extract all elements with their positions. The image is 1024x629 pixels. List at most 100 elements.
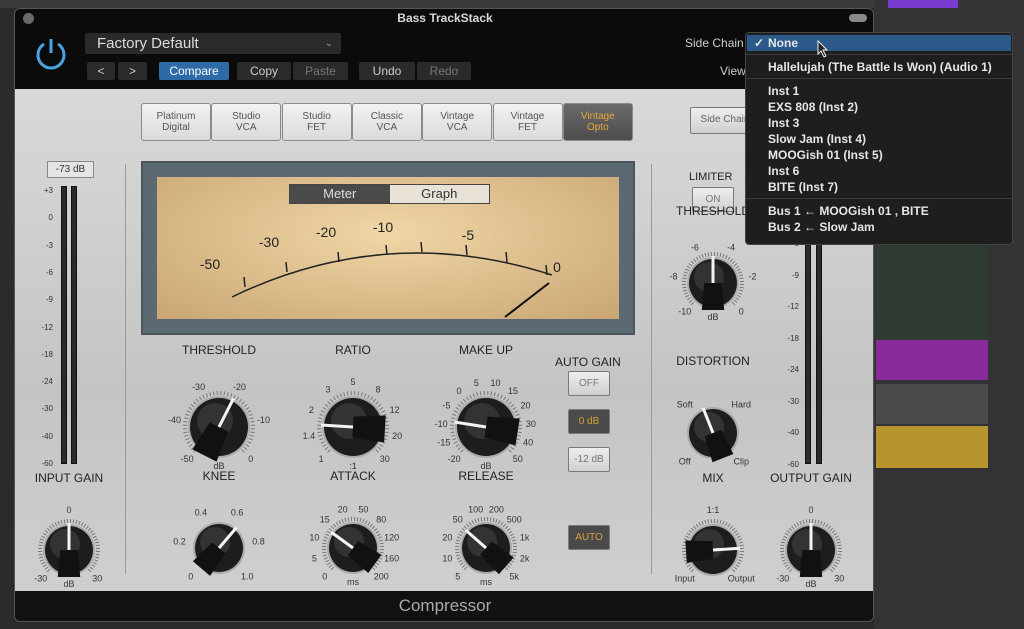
knob-scale-label: 500	[507, 515, 522, 525]
menu-item[interactable]: Inst 3	[768, 115, 799, 131]
knob-tick	[738, 271, 743, 274]
vu-needle	[504, 282, 550, 318]
model-button-classic-vca[interactable]: Classic VCA	[351, 103, 422, 141]
knob-tick	[831, 566, 836, 570]
knob-tick	[91, 564, 96, 568]
knob-tick	[836, 559, 841, 562]
knob-tick	[42, 564, 47, 568]
auto-gain-minus12db-button[interactable]: -12 dB	[568, 447, 610, 472]
track-region-grey[interactable]	[876, 384, 988, 424]
knob-tick	[95, 544, 100, 547]
knob-tick	[322, 444, 327, 448]
knob-scale-label: 0	[66, 505, 71, 515]
track-region-purple[interactable]	[876, 340, 988, 380]
menu-item[interactable]: Bus 2 ← Slow Jam	[768, 219, 875, 235]
knob-tick	[94, 541, 100, 544]
knob-tick	[466, 523, 470, 528]
track-region-top[interactable]	[888, 0, 958, 8]
knob-attack[interactable]: ATTACK 0 5 10 15 20 50 80 120 160 200 ms	[293, 469, 413, 609]
track-region-yellow[interactable]	[876, 426, 988, 468]
model-button-studio-fet[interactable]: Studio FET	[281, 103, 352, 141]
output-meter-left	[805, 231, 811, 464]
knob-scale-label: 5	[474, 378, 479, 388]
knob-knee[interactable]: KNEE 0 0.2 0.4 0.6 0.8 1.0	[159, 469, 279, 609]
model-button-vintage-opto[interactable]: Vintage Opto	[562, 103, 633, 141]
auto-gain-0db-button[interactable]: 0 dB	[568, 409, 610, 434]
input-peak-readout[interactable]: -73 dB	[47, 161, 94, 178]
knob-tick	[739, 553, 744, 556]
tab-meter[interactable]: Meter	[290, 185, 390, 203]
knob-tick	[686, 564, 691, 568]
view-label[interactable]: View	[720, 64, 746, 78]
model-button-platinum-digital[interactable]: Platinum Digital	[141, 103, 211, 141]
menu-item[interactable]: Hallelujah (The Battle Is Won) (Audio 1)	[768, 59, 992, 75]
knob-tick	[688, 263, 693, 267]
knob-tick	[834, 535, 839, 539]
knob-tick	[504, 566, 509, 571]
knob-tick	[378, 539, 384, 542]
knob-tick	[202, 394, 205, 399]
menu-item[interactable]: BITE (Inst 7)	[768, 179, 838, 195]
vu-tick	[285, 261, 288, 273]
knob-scale-label: 160	[384, 553, 399, 563]
knob-unit: dB	[805, 579, 816, 589]
knob-tick	[736, 268, 741, 272]
knob-tick	[704, 252, 707, 258]
preset-dropdown[interactable]: Factory Default ⌄	[85, 33, 341, 54]
menu-item[interactable]: EXS 808 (Inst 2)	[768, 99, 858, 115]
undo-button[interactable]: Undo	[359, 62, 415, 80]
close-button[interactable]	[23, 13, 34, 24]
model-button-vintage-fet[interactable]: Vintage FET	[492, 103, 563, 141]
paste-button[interactable]: Paste	[293, 62, 348, 80]
compare-button[interactable]: Compare	[159, 62, 229, 80]
knob-tick	[323, 536, 328, 539]
tab-graph[interactable]: Graph	[389, 185, 489, 203]
knob-label: KNEE	[202, 469, 236, 483]
knob-tick	[688, 566, 693, 570]
input-scale-label: -12	[41, 322, 53, 332]
knob-tick	[94, 538, 99, 541]
vu-view-toggle: Meter Graph	[289, 184, 490, 204]
prev-preset-button[interactable]: <	[87, 62, 115, 80]
knob-tick	[738, 289, 744, 292]
menu-item[interactable]: Inst 1	[768, 83, 799, 99]
output-scale-label: -12	[787, 302, 799, 311]
menu-item[interactable]: None	[768, 35, 798, 51]
knob-tick	[738, 556, 744, 559]
knob-tick	[362, 518, 365, 523]
knob-release[interactable]: RELEASE 5 10 20 50 100 200 500 1k 2k 5k ms	[426, 469, 546, 609]
input-scale-label: -3	[45, 240, 53, 250]
knob-tick	[384, 431, 389, 434]
vu-tick	[243, 276, 246, 288]
knob-tick	[184, 417, 189, 420]
model-button-studio-vca[interactable]: Studio VCA	[211, 103, 282, 141]
auto-gain-off-button[interactable]: OFF	[568, 371, 610, 396]
window-resize-pill[interactable]	[849, 14, 867, 22]
model-button-vintage-vca[interactable]: Vintage VCA	[422, 103, 493, 141]
track-region-green[interactable]	[876, 245, 988, 340]
knob-tick	[786, 566, 791, 570]
knob-tick	[205, 393, 208, 398]
knob-scale-label: 15	[508, 386, 518, 396]
redo-button[interactable]: Redo	[417, 62, 471, 80]
menu-item[interactable]: Bus 1 ← MOOGish 01 , BITE	[768, 203, 929, 219]
knob-scale-label: 0	[322, 571, 327, 581]
next-preset-button[interactable]: >	[118, 62, 147, 80]
copy-button[interactable]: Copy	[237, 62, 291, 80]
knob-tick	[727, 523, 731, 528]
knob-tick	[57, 520, 60, 525]
auto-release-button[interactable]: AUTO	[568, 525, 610, 550]
menu-item[interactable]: Slow Jam (Inst 4)	[768, 131, 866, 147]
power-icon[interactable]	[33, 36, 69, 72]
knob-scale-label: -15	[437, 438, 450, 448]
knob-tick	[784, 532, 789, 536]
menu-item[interactable]: MOOGish 01 (Inst 5)	[768, 147, 883, 163]
divider-right	[651, 164, 652, 574]
knob-scale-label: 5	[312, 553, 317, 563]
knob-tick	[320, 410, 325, 413]
knob-tick	[375, 449, 379, 453]
knob-scale-label: 0	[248, 454, 253, 464]
knob-label: THRESHOLD	[181, 343, 256, 357]
knob-tick	[685, 294, 690, 298]
menu-item[interactable]: Inst 6	[768, 163, 799, 179]
